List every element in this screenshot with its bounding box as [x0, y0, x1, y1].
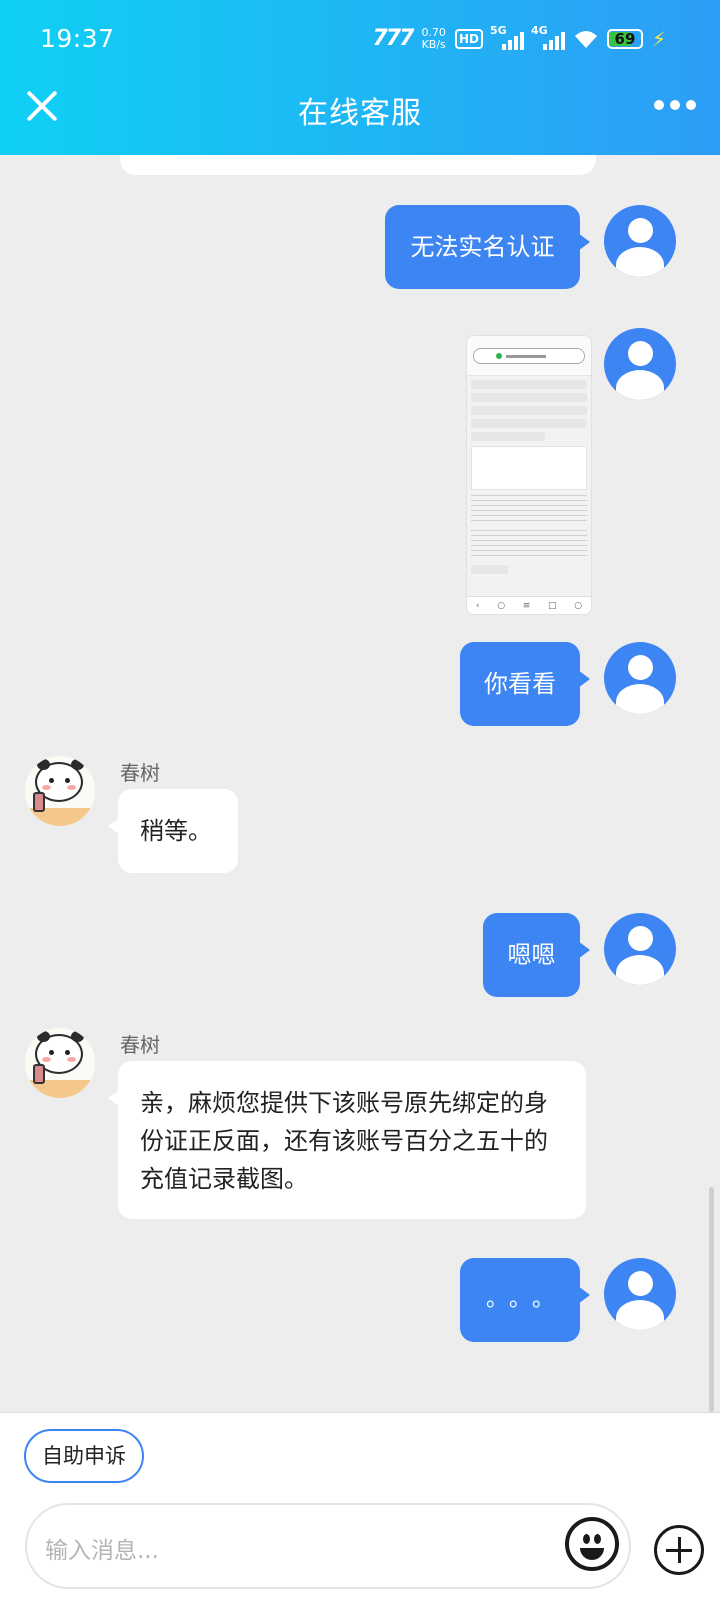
net-speed-value: 0.70: [421, 25, 446, 39]
more-dots-icon[interactable]: [654, 100, 696, 110]
user-avatar[interactable]: [604, 913, 676, 985]
input-panel: 自助申诉 输入消息...: [0, 1412, 720, 1600]
signal-5g-label: 5G: [489, 23, 507, 37]
battery-icon: 69: [606, 28, 643, 49]
agent-message-bubble[interactable]: 亲，麻烦您提供下该账号原先绑定的身 份证正反面，还有该账号百分之五十的 充值记录…: [108, 1061, 586, 1219]
user-message-bubble[interactable]: 你看看: [460, 642, 590, 726]
carrier-logo-icon: 777: [372, 26, 415, 51]
page-title: 在线客服: [298, 96, 422, 131]
chat-area[interactable]: 无法实名认证 ‹ ○ ≡ □ ○ 你看看 春树 稍等。 嗯嗯 春树 亲，麻烦您提供下该账…: [0, 155, 720, 1412]
emoji-icon[interactable]: [565, 1517, 619, 1571]
signal-4g-icon: 4G: [531, 24, 565, 50]
user-avatar[interactable]: [604, 328, 676, 400]
wifi-icon: [574, 30, 597, 48]
signal-5g-icon: 5G: [490, 24, 524, 50]
message-text: 嗯嗯: [507, 941, 556, 969]
message-line: 份证正反面，还有该账号百分之五十的: [140, 1127, 548, 1155]
message-text: 你看看: [484, 670, 556, 698]
status-icons: 777 0.70 KB/s HD 5G 4G 69 ⚡: [372, 24, 667, 52]
user-message-bubble[interactable]: 无法实名认证: [385, 205, 590, 289]
message-text: 无法实名认证: [410, 233, 555, 261]
user-message-bubble[interactable]: 嗯嗯: [483, 913, 590, 997]
net-speed-unit: KB/s: [421, 37, 446, 51]
battery-level: 69: [614, 29, 636, 48]
input-placeholder: 输入消息...: [45, 1538, 159, 1564]
user-message-bubble[interactable]: 。。。: [460, 1258, 590, 1342]
agent-name: 春树: [120, 761, 160, 785]
message-input[interactable]: 输入消息...: [25, 1503, 631, 1589]
message-text: 稍等。: [140, 817, 212, 845]
self-appeal-button[interactable]: 自助申诉: [24, 1429, 144, 1483]
message-line: 充值记录截图。: [140, 1165, 308, 1193]
agent-avatar[interactable]: [24, 1027, 96, 1099]
agent-message-bubble[interactable]: 稍等。: [108, 789, 238, 873]
charging-bolt-icon: ⚡: [651, 26, 666, 51]
top-bar: 19:37 777 0.70 KB/s HD 5G 4G 69 ⚡ 在线客服: [0, 0, 720, 155]
partial-agent-bubble: [120, 155, 596, 175]
agent-name: 春树: [120, 1033, 160, 1057]
scrollbar[interactable]: [709, 1187, 714, 1412]
status-time: 19:37: [40, 24, 115, 53]
net-speed: 0.70 KB/s: [421, 25, 446, 51]
agent-avatar[interactable]: [24, 755, 96, 827]
message-text: 。。。: [485, 1287, 566, 1312]
user-avatar[interactable]: [604, 1258, 676, 1330]
user-avatar[interactable]: [604, 642, 676, 714]
user-avatar[interactable]: [604, 205, 676, 277]
plus-icon[interactable]: [654, 1525, 704, 1575]
message-line: 亲，麻烦您提供下该账号原先绑定的身: [140, 1089, 548, 1117]
signal-4g-label: 4G: [530, 23, 548, 37]
hd-icon: HD: [454, 28, 483, 49]
screenshot-thumbnail[interactable]: ‹ ○ ≡ □ ○: [466, 335, 592, 615]
